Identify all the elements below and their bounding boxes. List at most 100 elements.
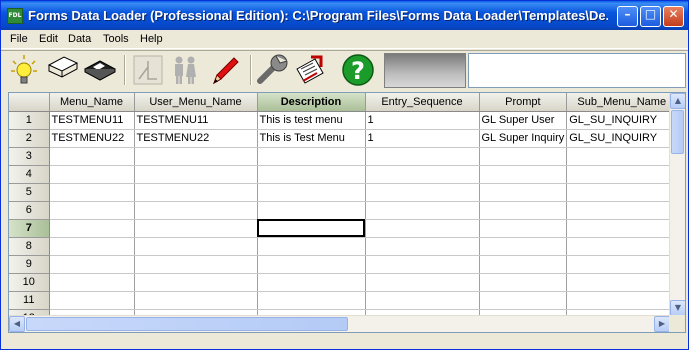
column-header[interactable]: User_Menu_Name — [134, 93, 258, 112]
grid-cell[interactable]: 1 — [365, 111, 480, 130]
column-header[interactable]: Prompt — [479, 93, 568, 112]
minimize-button[interactable]: – — [617, 6, 638, 27]
grid-cell[interactable] — [257, 183, 366, 202]
grid-cell[interactable] — [365, 255, 480, 274]
people-icon[interactable] — [168, 53, 202, 87]
grid-cell[interactable] — [365, 165, 480, 184]
grid-cell[interactable] — [365, 147, 480, 166]
book-icon[interactable] — [46, 53, 80, 87]
grid-cell[interactable]: GL Super User — [479, 111, 568, 130]
row-header[interactable]: 7 — [9, 219, 50, 238]
title-bar[interactable]: FDL Forms Data Loader (Professional Edit… — [1, 1, 688, 30]
grid-cell[interactable] — [134, 183, 258, 202]
grid-cell[interactable] — [49, 273, 135, 292]
grid-cell[interactable]: TESTMENU11 — [49, 111, 135, 130]
column-header[interactable]: Menu_Name — [49, 93, 135, 112]
grid-cell[interactable]: TESTMENU22 — [49, 129, 135, 148]
diskette-icon[interactable] — [83, 53, 117, 87]
grid-cell[interactable] — [566, 201, 678, 220]
scroll-right-arrow[interactable]: ▶ — [654, 316, 670, 332]
close-button[interactable]: ✕ — [663, 6, 684, 27]
grid-cell[interactable] — [566, 291, 678, 310]
column-header[interactable]: Sub_Menu_Name — [566, 93, 678, 112]
grid-cell[interactable] — [134, 237, 258, 256]
grid-cell[interactable]: 1 — [365, 129, 480, 148]
grid-cell[interactable] — [49, 219, 135, 238]
grid-cell[interactable] — [479, 165, 568, 184]
grid-cell[interactable] — [479, 201, 568, 220]
menu-tools[interactable]: Tools — [103, 33, 129, 45]
grid-cell[interactable] — [257, 219, 366, 238]
grid-cell[interactable] — [365, 273, 480, 292]
grid-cell[interactable] — [134, 273, 258, 292]
grid-cell[interactable]: GL Super Inquiry — [479, 129, 568, 148]
grid-cell[interactable] — [257, 165, 366, 184]
row-header[interactable]: 8 — [9, 237, 50, 256]
grid-cell[interactable] — [365, 201, 480, 220]
grid-cell[interactable] — [257, 273, 366, 292]
grid-cell[interactable] — [479, 183, 568, 202]
grid-cell[interactable] — [49, 165, 135, 184]
horizontal-scroll-thumb[interactable] — [26, 317, 348, 331]
grid-cell[interactable] — [49, 147, 135, 166]
row-header[interactable]: 4 — [9, 165, 50, 184]
grid-cell[interactable] — [365, 183, 480, 202]
grid-cell[interactable] — [566, 273, 678, 292]
grid-cell[interactable] — [479, 219, 568, 238]
corner-header[interactable] — [9, 93, 50, 112]
menu-help[interactable]: Help — [140, 33, 163, 45]
help-icon[interactable]: ? — [341, 53, 375, 87]
grid-cell[interactable] — [479, 147, 568, 166]
bulb-icon[interactable] — [9, 53, 43, 87]
grid-cell[interactable] — [566, 183, 678, 202]
row-header[interactable]: 9 — [9, 255, 50, 274]
grid-cell[interactable] — [134, 219, 258, 238]
data-grid[interactable]: Menu_Name User_Menu_Name Description Ent… — [8, 92, 686, 333]
scroll-down-arrow[interactable]: ▼ — [670, 300, 685, 316]
grid-cell[interactable]: GL_SU_INQUIRY — [566, 111, 678, 130]
grid-cell[interactable] — [49, 291, 135, 310]
grid-cell[interactable] — [134, 165, 258, 184]
pencil-icon[interactable] — [208, 53, 242, 87]
grid-cell[interactable] — [49, 255, 135, 274]
grid-cell[interactable]: This is Test Menu — [257, 129, 366, 148]
grid-cell[interactable] — [134, 201, 258, 220]
grid-cell[interactable]: This is test menu — [257, 111, 366, 130]
grid-cell[interactable] — [365, 219, 480, 238]
row-header[interactable]: 3 — [9, 147, 50, 166]
grid-cell[interactable] — [566, 255, 678, 274]
grid-cell[interactable] — [479, 273, 568, 292]
grid-cell[interactable] — [49, 237, 135, 256]
menu-edit[interactable]: Edit — [39, 33, 58, 45]
grid-cell[interactable] — [566, 237, 678, 256]
grid-cell[interactable]: GL_SU_INQUIRY — [566, 129, 678, 148]
row-header[interactable]: 6 — [9, 201, 50, 220]
grid-cell[interactable] — [479, 291, 568, 310]
grid-cell[interactable] — [257, 147, 366, 166]
vertical-scrollbar[interactable]: ▲ ▼ — [669, 93, 685, 316]
row-header[interactable]: 10 — [9, 273, 50, 292]
grid-cell[interactable] — [479, 255, 568, 274]
grid-cell[interactable] — [134, 255, 258, 274]
row-header[interactable]: 11 — [9, 291, 50, 310]
row-header[interactable]: 2 — [9, 129, 50, 148]
grid-cell[interactable]: TESTMENU22 — [134, 129, 258, 148]
grid-cell[interactable] — [566, 165, 678, 184]
grid-cell[interactable] — [49, 201, 135, 220]
column-header[interactable]: Entry_Sequence — [365, 93, 480, 112]
clipboard-icon[interactable] — [293, 53, 327, 87]
grid-cell[interactable] — [257, 255, 366, 274]
scroll-up-arrow[interactable]: ▲ — [670, 93, 685, 109]
grid-cell[interactable] — [365, 237, 480, 256]
grid-cell[interactable] — [257, 201, 366, 220]
wrench-icon[interactable] — [256, 53, 290, 87]
horizontal-scrollbar[interactable]: ◀ ▶ — [9, 315, 670, 332]
menu-file[interactable]: File — [10, 33, 28, 45]
grid-cell[interactable] — [566, 147, 678, 166]
grid-cell[interactable] — [365, 291, 480, 310]
grid-cell[interactable] — [49, 183, 135, 202]
vertical-scroll-thumb[interactable] — [671, 110, 684, 154]
window-icon[interactable] — [131, 53, 165, 87]
grid-cell[interactable] — [134, 147, 258, 166]
grid-cell[interactable] — [257, 291, 366, 310]
